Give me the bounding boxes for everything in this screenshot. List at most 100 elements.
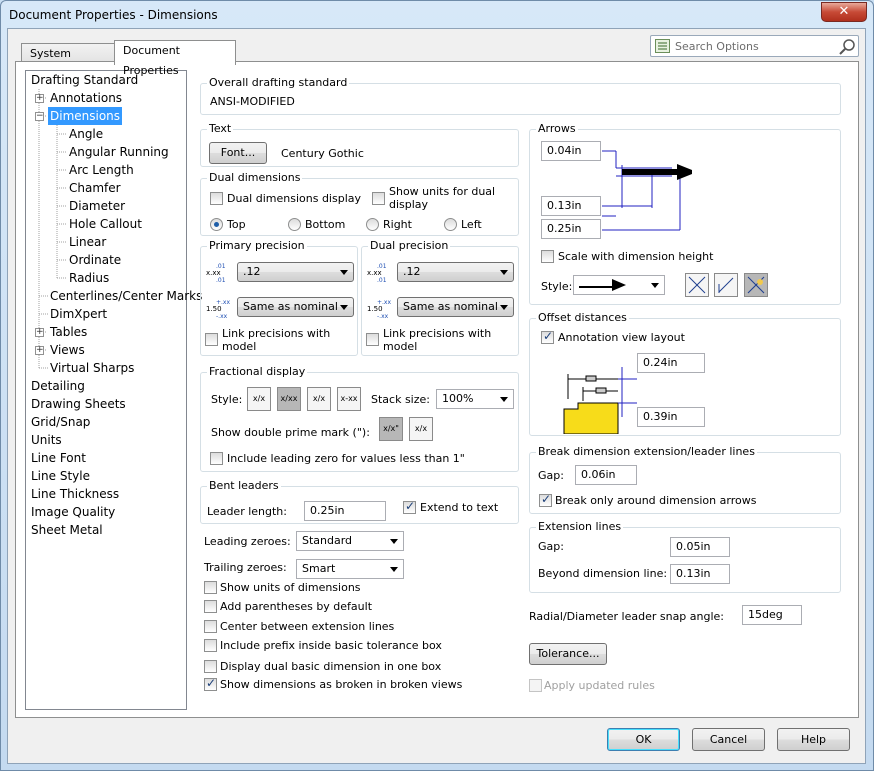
- radio-right[interactable]: [366, 218, 379, 231]
- leading-zeroes-select[interactable]: Standard: [296, 531, 404, 551]
- tree-item-line-thickness[interactable]: Line Thickness: [31, 485, 119, 503]
- leader-length-input[interactable]: 0.25in: [304, 501, 386, 521]
- arrows-outside-button[interactable]: [714, 273, 738, 297]
- tree-item-grid-snap[interactable]: Grid/Snap: [31, 413, 90, 431]
- show-broken-checkbox[interactable]: [204, 676, 217, 691]
- apply-rules-checkbox[interactable]: [529, 679, 542, 692]
- dual-display-checkbox[interactable]: [210, 192, 223, 205]
- display-dual-basic-checkbox[interactable]: [204, 660, 217, 673]
- extend-to-text-checkbox[interactable]: [403, 499, 416, 514]
- tree-item-arc-length[interactable]: Arc Length: [69, 161, 134, 179]
- tree-expander-annotations[interactable]: +: [35, 94, 44, 103]
- ok-button[interactable]: OK: [607, 728, 680, 751]
- offset-1-input[interactable]: 0.24in: [637, 353, 705, 373]
- fraction-style-slash-button[interactable]: x/x: [247, 387, 271, 411]
- show-broken-label: Show dimensions as broken in broken view…: [220, 678, 463, 691]
- tree-item-detailing[interactable]: Detailing: [31, 377, 85, 395]
- tab-document-properties[interactable]: Document Properties: [114, 40, 236, 77]
- radio-bottom-label: Bottom: [305, 218, 346, 231]
- scale-arrows-checkbox[interactable]: [541, 250, 554, 263]
- double-prime-label: Show double prime mark ("):: [211, 426, 370, 439]
- radial-snap-input[interactable]: 15deg: [742, 605, 802, 625]
- fraction-style-diagonal-button[interactable]: x/x: [307, 387, 331, 411]
- offset-2-input[interactable]: 0.39in: [637, 407, 705, 427]
- annotation-view-checkbox[interactable]: [541, 329, 554, 344]
- tree-item-line-style[interactable]: Line Style: [31, 467, 90, 485]
- break-gap-input[interactable]: 0.06in: [575, 465, 637, 485]
- ext-gap-input[interactable]: 0.05in: [670, 537, 730, 557]
- tree-item-image-quality[interactable]: Image Quality: [31, 503, 115, 521]
- help-button[interactable]: Help: [777, 728, 850, 751]
- magnifier-icon[interactable]: [839, 38, 856, 55]
- tree-item-drawing-sheets[interactable]: Drawing Sheets: [31, 395, 126, 413]
- font-button[interactable]: Font...: [209, 142, 267, 164]
- close-button[interactable]: ✕: [821, 2, 867, 22]
- trailing-zeroes-select[interactable]: Smart: [296, 559, 404, 579]
- tree-item-annotations[interactable]: Annotations: [50, 89, 122, 107]
- tree-item-views[interactable]: Views: [50, 341, 85, 359]
- primary-precision-select[interactable]: .12: [237, 262, 354, 282]
- tree-item-virtual-sharps[interactable]: Virtual Sharps: [50, 359, 134, 377]
- tolerance-button[interactable]: Tolerance...: [529, 643, 607, 665]
- dual-nominal-precision-icon: +.xx1.50-.xx: [367, 299, 391, 319]
- radio-left[interactable]: [444, 218, 457, 231]
- bent-leaders-title: Bent leaders: [207, 479, 281, 492]
- tree-expander-tables[interactable]: +: [35, 328, 44, 337]
- tree-item-angle[interactable]: Angle: [69, 125, 103, 143]
- double-prime-off-button[interactable]: x/x: [409, 417, 433, 441]
- break-around-checkbox[interactable]: [539, 492, 552, 507]
- radio-bottom[interactable]: [288, 218, 301, 231]
- break-lines-group: Break dimension extension/leader lines G…: [529, 445, 841, 514]
- stack-size-select[interactable]: 100%: [436, 389, 514, 409]
- tree-item-dimxpert[interactable]: DimXpert: [50, 305, 107, 323]
- arrows-smart-button[interactable]: [744, 273, 768, 297]
- arrow-size-3-input[interactable]: 0.25in: [541, 219, 601, 239]
- search-input[interactable]: Search Options: [650, 35, 859, 57]
- tree-item-chamfer[interactable]: Chamfer: [69, 179, 121, 197]
- tree-item-angular-running[interactable]: Angular Running: [69, 143, 169, 161]
- overall-standard-value: ANSI-MODIFIED: [210, 95, 295, 108]
- dual-nominal-select[interactable]: Same as nominal: [397, 297, 514, 317]
- tree-item-diameter[interactable]: Diameter: [69, 197, 125, 215]
- tree-item-radius[interactable]: Radius: [69, 269, 109, 287]
- tree-item-centerlines[interactable]: Centerlines/Center Marks: [50, 287, 202, 305]
- fraction-style-stacked-button[interactable]: x/xx: [277, 387, 301, 411]
- primary-link-checkbox[interactable]: [205, 333, 218, 346]
- beyond-line-input[interactable]: 0.13in: [670, 564, 730, 584]
- tree-item-sheet-metal[interactable]: Sheet Metal: [31, 521, 103, 539]
- show-units-checkbox[interactable]: [204, 581, 217, 594]
- tree-item-units[interactable]: Units: [31, 431, 62, 449]
- tree-item-linear[interactable]: Linear: [69, 233, 106, 251]
- arrows-inside-button[interactable]: [685, 273, 709, 297]
- cancel-button[interactable]: Cancel: [692, 728, 765, 751]
- dual-precision-select[interactable]: .12: [397, 262, 514, 282]
- center-between-checkbox[interactable]: [204, 620, 217, 633]
- tree-item-line-font[interactable]: Line Font: [31, 449, 86, 467]
- show-units-dual-checkbox[interactable]: [372, 192, 385, 205]
- tree-expander-dimensions[interactable]: −: [35, 112, 44, 121]
- fraction-style-dash-button[interactable]: x-xx: [337, 387, 361, 411]
- arrow-size-1-input[interactable]: 0.04in: [541, 141, 601, 161]
- show-units-dual-label: Show units for dual display: [389, 185, 496, 211]
- dual-link-checkbox[interactable]: [366, 333, 379, 346]
- double-prime-on-button[interactable]: x/x": [379, 417, 403, 441]
- options-tree[interactable]: Drafting Standard + Annotations − Dimens…: [25, 70, 202, 710]
- tree-item-ordinate[interactable]: Ordinate: [69, 251, 121, 269]
- tree-expander-views[interactable]: +: [35, 346, 44, 355]
- tree-item-dimensions[interactable]: Dimensions: [48, 107, 123, 125]
- radio-top-label: Top: [227, 218, 246, 231]
- radio-top[interactable]: [210, 218, 223, 231]
- overall-standard-title: Overall drafting standard: [207, 76, 350, 89]
- arrow-style-select[interactable]: [573, 275, 665, 295]
- search-placeholder: Search Options: [675, 40, 759, 53]
- svg-text:1.50: 1.50: [367, 305, 383, 313]
- tree-item-tables[interactable]: Tables: [50, 323, 87, 341]
- dual-nominal-value: Same as nominal: [403, 300, 498, 313]
- tree-item-hole-callout[interactable]: Hole Callout: [69, 215, 142, 233]
- primary-nominal-select[interactable]: Same as nominal: [237, 297, 354, 317]
- add-parentheses-checkbox[interactable]: [204, 600, 217, 613]
- leading-zero-checkbox[interactable]: [210, 452, 223, 465]
- arrow-size-2-input[interactable]: 0.13in: [541, 196, 601, 216]
- include-prefix-checkbox[interactable]: [204, 639, 217, 652]
- include-prefix-label: Include prefix inside basic tolerance bo…: [220, 639, 442, 652]
